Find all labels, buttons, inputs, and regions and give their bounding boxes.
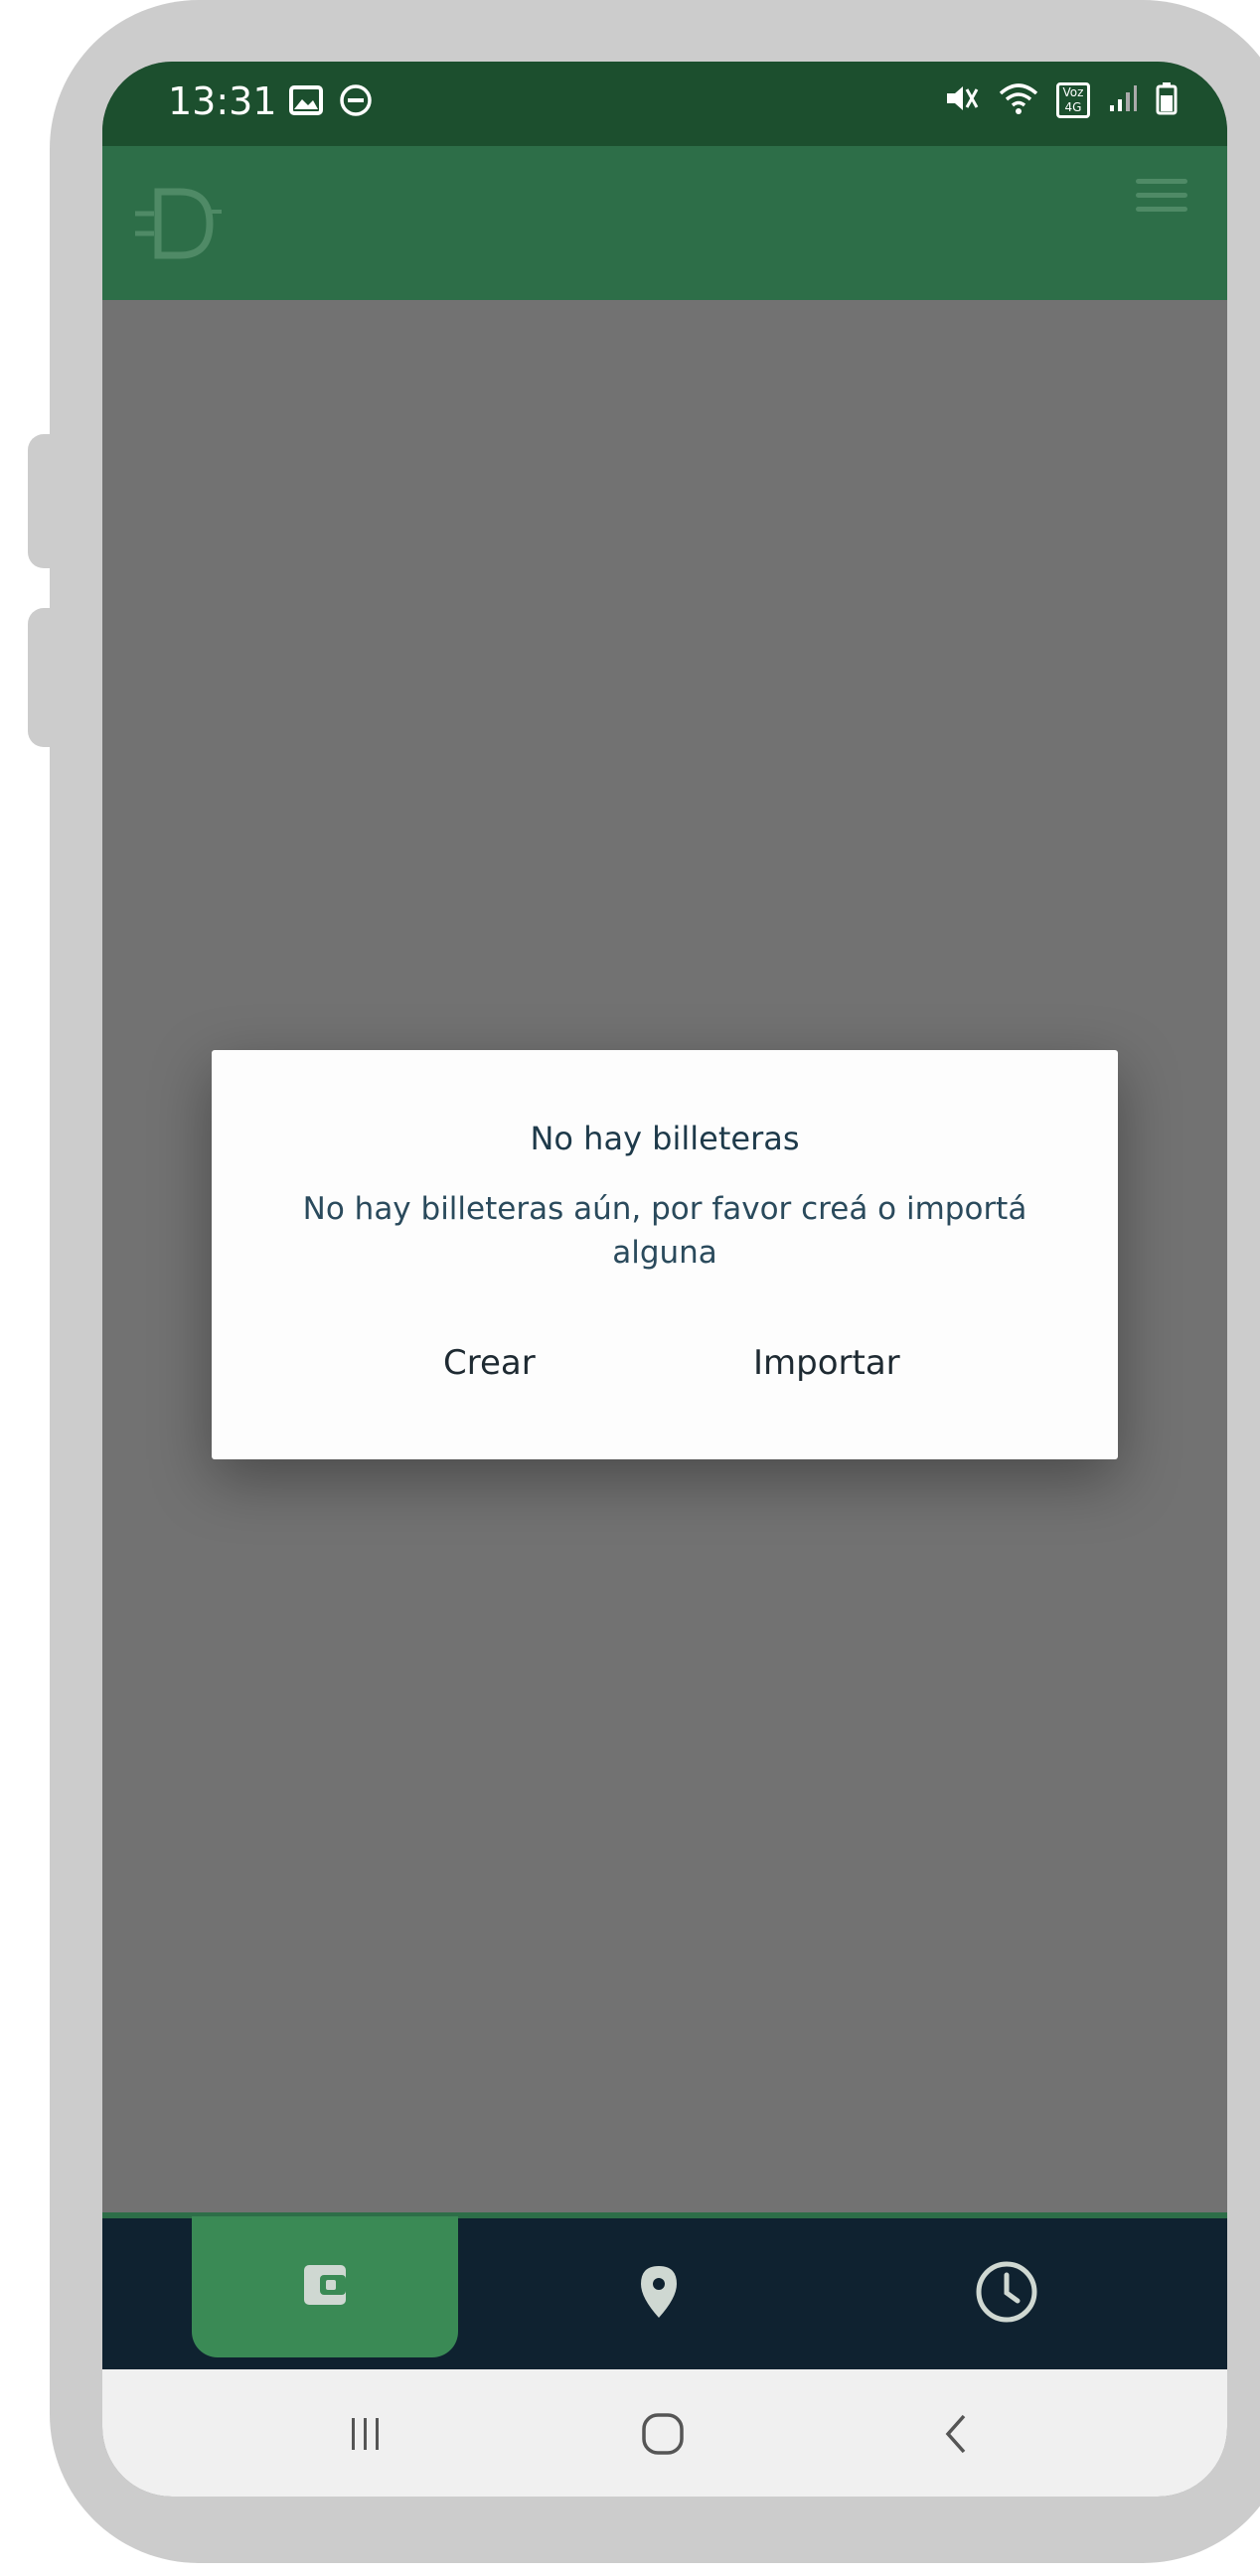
battery-icon (1156, 81, 1178, 119)
status-bar: 13:31 Voz 4G (102, 62, 1227, 146)
signal-icon (1108, 83, 1138, 117)
status-time: 13:31 (168, 79, 277, 123)
network-label: 4G (1064, 100, 1082, 114)
clock-icon (974, 2259, 1039, 2329)
app-bar (102, 146, 1227, 300)
nav-wallet[interactable] (192, 2216, 458, 2357)
minus-circle-icon (339, 83, 373, 121)
back-icon[interactable] (917, 2399, 997, 2469)
volte-4g-icon: Voz 4G (1056, 82, 1090, 118)
volte-label: Voz (1062, 85, 1084, 99)
nav-location[interactable] (540, 2218, 778, 2369)
nav-history[interactable] (887, 2218, 1126, 2369)
mute-icon (943, 81, 981, 119)
phone-screen: 13:31 Voz 4G No hay billeteras No hay bi… (102, 62, 1227, 2497)
status-right-icons: Voz 4G (943, 81, 1178, 119)
status-left-icons (289, 83, 373, 121)
create-button[interactable]: Crear (423, 1333, 555, 1393)
location-pin-icon (639, 2264, 679, 2324)
image-icon (289, 85, 323, 119)
hamburger-menu-icon[interactable] (1136, 179, 1187, 217)
no-wallets-dialog: No hay billeteras No hay billeteras aún,… (212, 1050, 1118, 1459)
dialog-title: No hay billeteras (530, 1120, 800, 1157)
bottom-nav (102, 2212, 1227, 2375)
recents-icon[interactable] (326, 2399, 405, 2469)
dialog-message: No hay billeteras aún, por favor creá o … (302, 1191, 1027, 1271)
system-nav-bar (102, 2369, 1227, 2497)
home-icon[interactable] (623, 2399, 703, 2469)
app-logo-icon[interactable] (130, 184, 225, 263)
import-button[interactable]: Importar (733, 1333, 920, 1393)
wifi-icon (999, 81, 1038, 119)
wallet-icon (302, 2263, 348, 2311)
